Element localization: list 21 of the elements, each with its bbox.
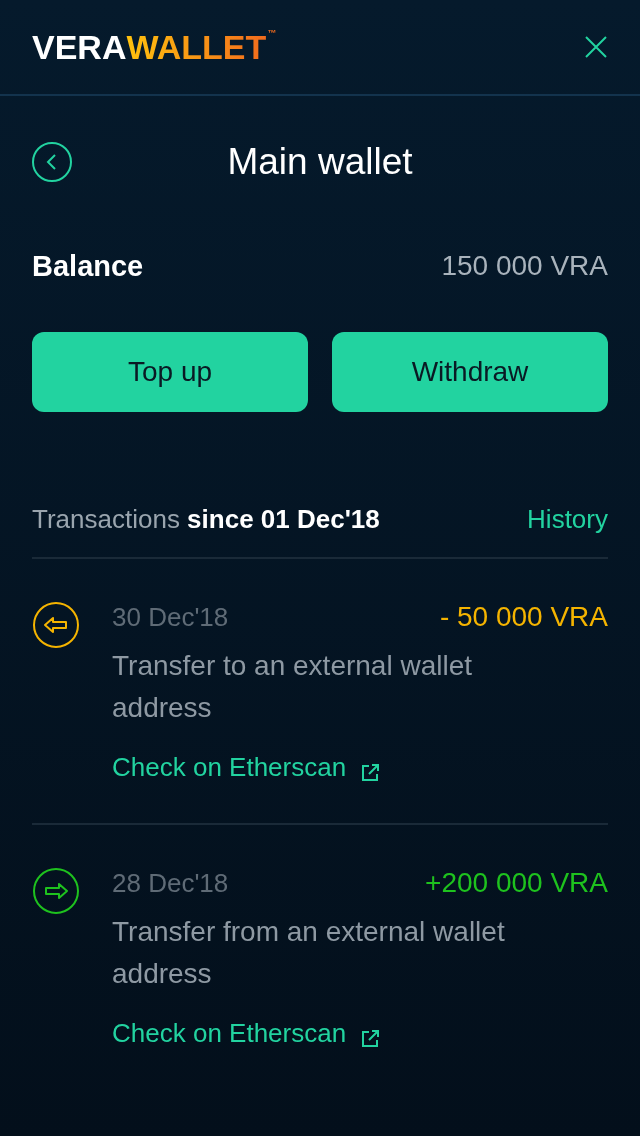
- transaction-description: Transfer from an external wallet address: [112, 915, 506, 991]
- transaction-amount: - 50 000 VRA: [439, 600, 608, 634]
- logo-text: VERA: [32, 27, 127, 67]
- close-icon[interactable]: [584, 35, 608, 59]
- etherscan-link[interactable]: Check on Etherscan: [112, 1017, 381, 1049]
- trademark-sign: ™: [267, 27, 277, 38]
- transaction-amount: +200 000 VRA: [425, 866, 608, 900]
- withdraw-button[interactable]: Withdraw: [332, 332, 608, 412]
- transaction-date: 28 Dec'18: [112, 867, 229, 900]
- transaction-description: Transfer to an external wallet address: [112, 649, 474, 725]
- etherscan-link[interactable]: Check on Etherscan: [112, 751, 381, 783]
- balance-label: Balance: [32, 249, 144, 283]
- balance-value: 150 000 VRA: [441, 250, 608, 282]
- back-icon[interactable]: [32, 142, 72, 182]
- page-title: Main wallet: [226, 141, 414, 183]
- external-link-icon: [360, 763, 381, 783]
- external-link-icon: [360, 1029, 381, 1049]
- transactions-heading: Transactions since 01 Dec'18: [32, 504, 380, 535]
- top-up-button[interactable]: Top up: [32, 332, 308, 412]
- transaction-date: 30 Dec'18: [112, 601, 229, 634]
- history-link[interactable]: History: [527, 504, 608, 535]
